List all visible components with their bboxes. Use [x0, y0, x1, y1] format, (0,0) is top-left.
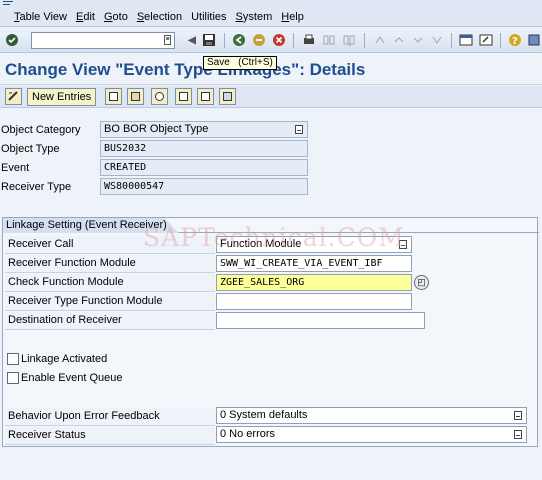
system-menu-icon[interactable]	[3, 1, 13, 9]
destination-input[interactable]	[216, 312, 425, 329]
menu-selection[interactable]: Selection	[137, 11, 182, 23]
linkage-activated-checkbox[interactable]	[7, 353, 19, 365]
new-entries-button[interactable]: New Entries	[27, 88, 97, 106]
object-type-label: Object Type	[1, 143, 60, 155]
undo-change-icon[interactable]	[151, 88, 168, 105]
check-function-module-input[interactable]: ZGEE_SALES_ORG	[216, 274, 412, 291]
receiver-call-label: Receiver Call	[5, 236, 215, 254]
receiver-status-label: Receiver Status	[5, 427, 215, 445]
menu: Table View Edit Goto Selection Utilities…	[14, 11, 313, 23]
object-category-field[interactable]: BO BOR Object Type	[100, 121, 308, 138]
menu-edit[interactable]: Edit	[76, 11, 95, 23]
dropdown-icon[interactable]	[514, 411, 522, 420]
application-toolbar: New Entries	[0, 86, 542, 108]
receiver-call-value: Function Module	[220, 238, 302, 250]
receiver-type-fm-label: Receiver Type Function Module	[5, 293, 215, 311]
check-function-module-label: Check Function Module	[5, 274, 215, 292]
command-history-icon[interactable]: ≡	[164, 35, 171, 45]
linkage-activated-label: Linkage Activated	[21, 353, 108, 365]
dropdown-icon[interactable]	[514, 430, 522, 439]
previous-entry-icon[interactable]	[175, 88, 192, 105]
error-feedback-label: Behavior Upon Error Feedback	[5, 408, 215, 426]
destination-label: Destination of Receiver	[5, 312, 215, 330]
group-header: Linkage Setting (Event Receiver)	[3, 218, 539, 233]
command-field[interactable]: ≡	[31, 32, 175, 49]
menu-utilities[interactable]: Utilities	[191, 11, 226, 23]
save-tooltip: Save (Ctrl+S)	[203, 56, 277, 70]
event-field: CREATED	[100, 159, 308, 176]
event-queue-label: Enable Event Queue	[21, 372, 123, 384]
find-icon	[321, 32, 337, 48]
help-icon[interactable]: ?	[507, 32, 523, 48]
last-page-icon	[429, 32, 445, 48]
object-type-field: BUS2032	[100, 140, 308, 157]
print-icon[interactable]	[301, 32, 317, 48]
event-queue-checkbox[interactable]	[7, 372, 19, 384]
event-label: Event	[1, 162, 30, 174]
standard-toolbar: ≡ ◀ ?	[0, 28, 542, 53]
find-next-icon	[341, 32, 357, 48]
menu-table-view[interactable]: Table View	[14, 11, 67, 23]
enter-icon[interactable]	[4, 32, 20, 48]
group-title: Linkage Setting (Event Receiver)	[3, 218, 179, 233]
collapse-arrow-icon[interactable]: ◀	[184, 32, 200, 48]
receiver-type-label: Receiver Type	[1, 181, 72, 193]
customize-layout-icon[interactable]	[526, 32, 542, 48]
receiver-function-module-label: Receiver Function Module	[5, 255, 215, 273]
error-feedback-value: 0 System defaults	[220, 409, 308, 421]
next-entry-icon[interactable]	[197, 88, 214, 105]
receiver-status-select[interactable]: 0 No errors	[216, 426, 527, 443]
menu-help[interactable]: Help	[281, 11, 304, 23]
select-all-icon[interactable]	[219, 88, 236, 105]
receiver-type-fm-input[interactable]	[216, 293, 412, 310]
footer	[0, 456, 542, 480]
linkage-settings-group: Linkage Setting (Event Receiver) Receive…	[2, 217, 539, 447]
next-page-icon	[410, 32, 426, 48]
create-session-icon[interactable]	[458, 32, 474, 48]
receiver-call-select[interactable]: Function Module	[216, 236, 412, 253]
shortcut-icon[interactable]	[478, 32, 494, 48]
menu-bar: Table View Edit Goto Selection Utilities…	[0, 0, 542, 27]
cancel-icon[interactable]	[271, 32, 287, 48]
object-category-value: BO BOR Object Type	[104, 123, 209, 135]
svg-text:?: ?	[512, 36, 518, 47]
receiver-function-module-input[interactable]: SWW_WI_CREATE_VIA_EVENT_IBF	[216, 255, 412, 272]
save-icon[interactable]	[201, 32, 217, 48]
receiver-type-field: WS80000547	[100, 178, 308, 195]
delete-icon[interactable]	[127, 88, 144, 105]
display-change-icon[interactable]	[5, 88, 22, 105]
menu-system[interactable]: System	[236, 11, 273, 23]
receiver-status-value: 0 No errors	[220, 428, 276, 440]
previous-page-icon	[391, 32, 407, 48]
menu-goto[interactable]: Goto	[104, 11, 128, 23]
page-title: Change View "Event Type Linkages": Detai…	[5, 60, 366, 79]
dropdown-icon[interactable]	[399, 240, 407, 249]
back-icon[interactable]	[231, 32, 247, 48]
dropdown-icon[interactable]	[295, 125, 303, 134]
first-page-icon	[372, 32, 388, 48]
error-feedback-select[interactable]: 0 System defaults	[216, 407, 527, 424]
object-category-label: Object Category	[1, 124, 81, 136]
value-help-icon[interactable]: ◰	[414, 275, 429, 290]
copy-as-icon[interactable]	[105, 88, 122, 105]
exit-icon[interactable]	[251, 32, 267, 48]
